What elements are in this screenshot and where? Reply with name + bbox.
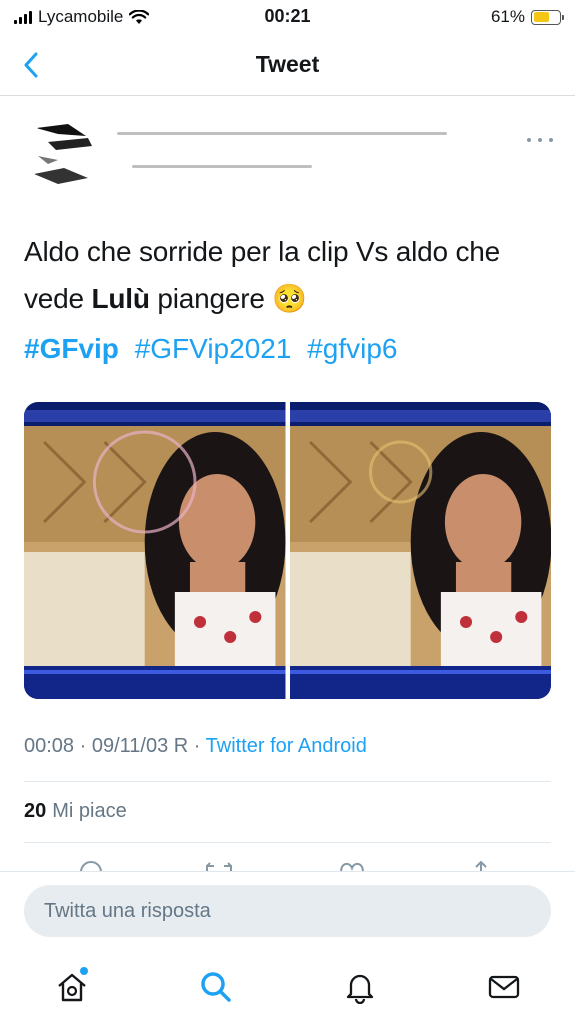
tweet-text-part2: piangere xyxy=(149,283,265,314)
like-count-label: Mi piace xyxy=(52,800,127,822)
retweet-icon[interactable] xyxy=(204,858,234,872)
battery-percent: 61% xyxy=(490,7,525,26)
tweet-text: Aldo che sorride per la clip Vs aldo che… xyxy=(24,228,554,322)
hashtag-link[interactable]: #gfvip6 xyxy=(307,333,397,364)
status-right: 61% xyxy=(490,7,564,27)
notification-dot xyxy=(80,967,88,975)
home-icon xyxy=(58,973,86,1002)
photo-right xyxy=(289,402,551,699)
hashtag-link[interactable]: #GFvip xyxy=(24,333,119,364)
tab-bar xyxy=(0,953,575,1024)
like-icon[interactable] xyxy=(338,858,366,872)
tweet-media xyxy=(24,402,551,699)
media-image-left[interactable] xyxy=(24,402,286,699)
tweet-meta: 00:08 · 09/11/03 R · Twitter for Android xyxy=(24,735,367,757)
photo-left xyxy=(24,402,286,699)
status-time: 00:21 xyxy=(264,6,311,26)
hashtag-list: #GFvip #GFVip2021 #gfvip6 xyxy=(24,325,406,372)
like-count-value: 20 xyxy=(24,800,47,822)
bell-icon xyxy=(346,974,374,1004)
status-bar: Lycamobile 00:21 61% xyxy=(0,0,575,34)
page-title: Tweet xyxy=(255,51,320,77)
hashtag-link[interactable]: #GFVip2021 xyxy=(135,333,292,364)
likes-count[interactable]: 20 Mi piace xyxy=(24,800,127,823)
tweet-time: 00:08 xyxy=(24,735,75,757)
media-image-right[interactable] xyxy=(289,402,551,699)
tweet-date: 09/11/03 R xyxy=(91,735,189,757)
reply-icon[interactable] xyxy=(78,858,104,872)
reply-input[interactable]: Twitta una risposta xyxy=(24,885,551,937)
pleading-face-emoji: 🥺 xyxy=(272,283,308,314)
divider xyxy=(24,842,551,843)
reply-bar: Twitta una risposta xyxy=(0,871,575,953)
tweet-source-link[interactable]: Twitter for Android xyxy=(206,735,367,757)
avatar[interactable] xyxy=(28,116,102,190)
share-icon[interactable] xyxy=(470,858,492,872)
battery-icon xyxy=(531,9,564,25)
tab-notifications[interactable] xyxy=(340,967,380,1007)
redacted-handle xyxy=(132,165,312,168)
redacted-avatar-image xyxy=(28,116,102,190)
battery-fill xyxy=(533,12,549,22)
more-dots-icon xyxy=(527,138,531,142)
tab-home[interactable] xyxy=(52,967,92,1007)
tweet-author[interactable] xyxy=(22,110,553,198)
nav-bar: Tweet xyxy=(0,34,575,96)
envelope-icon xyxy=(488,975,520,999)
tab-search[interactable] xyxy=(196,967,236,1007)
tab-messages[interactable] xyxy=(484,967,524,1007)
more-button[interactable] xyxy=(527,132,553,148)
divider xyxy=(24,781,551,782)
tweet-actions-row xyxy=(0,858,575,872)
tweet-text-bold: Lulù xyxy=(91,283,150,314)
redacted-name xyxy=(117,132,447,135)
search-icon xyxy=(201,972,231,1002)
